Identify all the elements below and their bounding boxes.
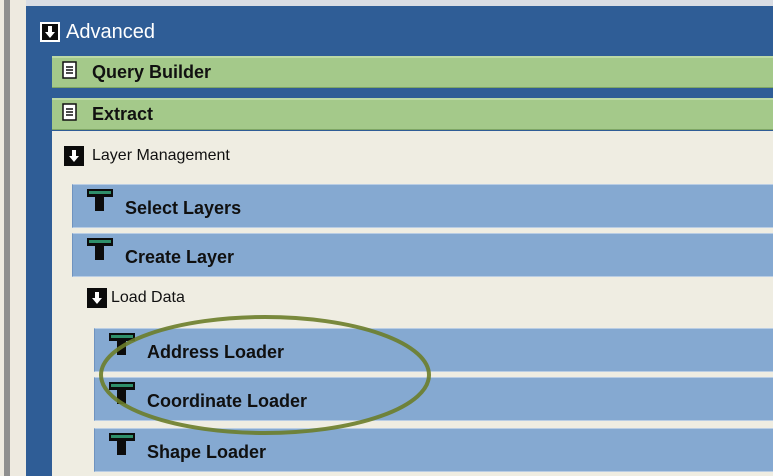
- menu-item-select-layers[interactable]: Select Layers: [72, 184, 773, 228]
- menu-item-create-layer[interactable]: Create Layer: [72, 233, 773, 277]
- menu-item-extract[interactable]: Extract: [52, 98, 773, 130]
- address-loader-label: Address Loader: [147, 342, 285, 362]
- layer-management-toggle[interactable]: Layer Management: [64, 146, 230, 166]
- menu-item-shape-loader[interactable]: Shape Loader: [94, 428, 773, 472]
- document-icon: [62, 103, 78, 126]
- menu-item-address-loader[interactable]: Address Loader: [94, 328, 773, 372]
- hammer-icon: [109, 432, 135, 461]
- left-divider: [4, 0, 10, 476]
- menu-item-query-builder[interactable]: Query Builder: [52, 56, 773, 88]
- shape-loader-label: Shape Loader: [147, 442, 267, 462]
- document-icon: [62, 61, 78, 84]
- layer-management-label: Layer Management: [92, 147, 230, 164]
- expand-arrow-icon: [64, 146, 84, 166]
- expand-arrow-icon: [40, 22, 60, 42]
- expand-arrow-icon: [87, 288, 107, 308]
- left-strip: [0, 0, 26, 476]
- create-layer-label: Create Layer: [125, 247, 235, 267]
- load-data-label: Load Data: [111, 289, 185, 306]
- advanced-toggle[interactable]: Advanced: [40, 12, 760, 52]
- hammer-icon: [109, 332, 135, 361]
- hammer-icon: [87, 237, 113, 266]
- hammer-icon: [109, 381, 135, 410]
- menu-item-coordinate-loader[interactable]: Coordinate Loader: [94, 377, 773, 421]
- panel-top-border: [26, 0, 773, 6]
- hammer-icon: [87, 188, 113, 217]
- select-layers-label: Select Layers: [125, 198, 242, 218]
- coordinate-loader-label: Coordinate Loader: [147, 391, 308, 411]
- query-builder-label: Query Builder: [92, 62, 212, 82]
- load-data-toggle[interactable]: Load Data: [87, 288, 185, 308]
- advanced-label: Advanced: [66, 20, 155, 43]
- extract-label: Extract: [92, 104, 154, 124]
- advanced-panel: Advanced Query Builder Extract Layer Man…: [26, 0, 773, 476]
